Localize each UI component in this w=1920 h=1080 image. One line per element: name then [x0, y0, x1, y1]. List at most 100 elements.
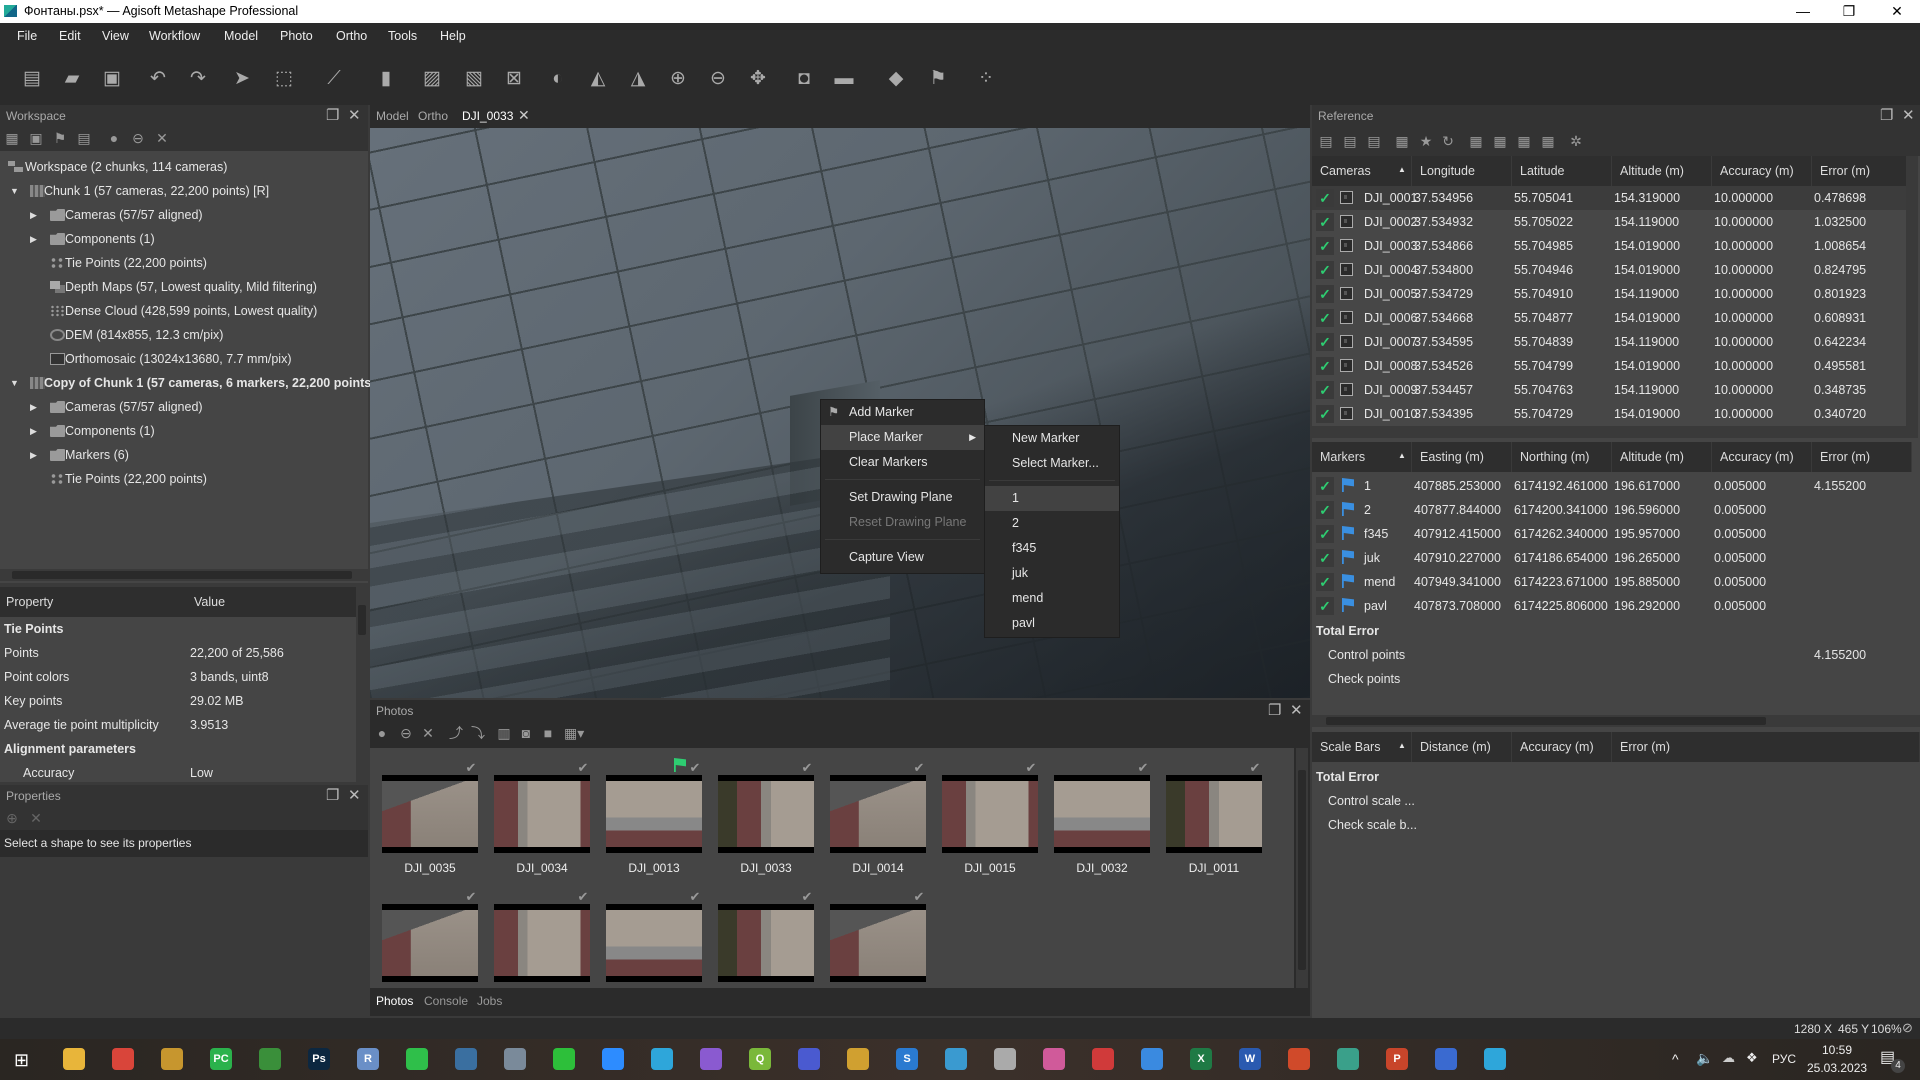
photo-thumbnail[interactable]: [830, 904, 926, 982]
marker-row[interactable]: ✓ 2 407877.844000 6174200.341000 196.596000 0…: [1312, 498, 1920, 522]
photo-thumbnail[interactable]: [494, 904, 590, 982]
save-icon[interactable]: ▣: [100, 67, 124, 91]
tree-item[interactable]: ▼ Copy of Chunk 1 (57 cameras, 6 markers,…: [0, 371, 396, 395]
enabled-checkbox[interactable]: ✓: [1316, 381, 1334, 399]
navigation-icon[interactable]: ➤: [230, 67, 254, 91]
undo-icon[interactable]: ↶: [146, 67, 170, 91]
chrome-icon[interactable]: [1043, 1048, 1065, 1070]
menu-photo[interactable]: Photo: [280, 29, 313, 43]
onedrive-icon[interactable]: [1141, 1048, 1163, 1070]
convert-icon[interactable]: ▦: [1394, 133, 1410, 149]
cameras-horizontal-scrollbar[interactable]: [1312, 426, 1906, 438]
enabled-checkbox[interactable]: ✓: [1316, 333, 1334, 351]
marker-icon[interactable]: ⚑: [926, 67, 950, 91]
marker-row[interactable]: ✓ pavl 407873.708000 6174225.806000 196.2920…: [1312, 594, 1920, 618]
menu-workflow[interactable]: Workflow: [149, 29, 200, 43]
close-panel-icon[interactable]: ✕: [348, 786, 361, 804]
photo-thumbnail[interactable]: [1054, 775, 1150, 853]
menu-ortho[interactable]: Ortho: [336, 29, 367, 43]
cameras-header-3[interactable]: Altitude (m): [1612, 156, 1712, 186]
photo-thumbnail[interactable]: [606, 904, 702, 982]
collapse-arrow-icon[interactable]: ▼: [10, 371, 20, 395]
close-button[interactable]: ✕: [1874, 0, 1920, 23]
camera-row[interactable]: ✓ DJI_0004 37.534800 55.704946 154.019000 10.…: [1312, 258, 1906, 282]
menu-item-mend[interactable]: mend: [985, 586, 1119, 611]
menu-item-juk[interactable]: juk: [985, 561, 1119, 586]
file-explorer-icon[interactable]: [63, 1048, 85, 1070]
zoom-out-icon[interactable]: ⊖: [706, 67, 730, 91]
acrobat-icon[interactable]: [1092, 1048, 1114, 1070]
filter-icon[interactable]: ▥: [496, 725, 512, 741]
markers-horizontal-scrollbar[interactable]: [1312, 715, 1920, 727]
enabled-checkbox[interactable]: ✓: [1316, 573, 1334, 591]
tree-item[interactable]: ▶ Components (1): [0, 419, 368, 443]
scale-bars-header-3[interactable]: Error (m): [1612, 732, 1920, 762]
move-icon[interactable]: ✥: [746, 67, 770, 91]
menu-file[interactable]: File: [17, 29, 37, 43]
cameras-header-1[interactable]: Longitude: [1412, 156, 1512, 186]
whatsapp-icon[interactable]: [406, 1048, 428, 1070]
close-panel-icon[interactable]: ✕: [348, 106, 361, 124]
add-marker-icon[interactable]: ⚑: [52, 130, 68, 146]
expand-arrow-icon[interactable]: ▶: [30, 419, 40, 443]
enabled-checkbox[interactable]: ✓: [1316, 405, 1334, 423]
tree-item[interactable]: ▶ Markers (6): [0, 443, 368, 467]
cameras-icon[interactable]: ⁘: [974, 67, 998, 91]
photo-thumbnail[interactable]: [382, 775, 478, 853]
scale-bars-header-0[interactable]: Scale Bars: [1312, 732, 1412, 762]
undock-icon[interactable]: ❐: [1268, 701, 1281, 719]
marker-row[interactable]: ✓ mend 407949.341000 6174223.671000 195.8850…: [1312, 570, 1920, 594]
search-app-icon[interactable]: [945, 1048, 967, 1070]
enabled-checkbox[interactable]: ✓: [1316, 525, 1334, 543]
camera-row[interactable]: ✓ DJI_0009 37.534457 55.704763 154.119000 10.…: [1312, 378, 1906, 402]
cameras-header-5[interactable]: Error (m): [1812, 156, 1912, 186]
menu-model[interactable]: Model: [224, 29, 258, 43]
tree-item[interactable]: Dense Cloud (428,599 points, Lowest qual…: [0, 299, 368, 323]
menu-item-add-marker[interactable]: Add Marker ⚑: [821, 400, 984, 425]
app-icon[interactable]: [553, 1048, 575, 1070]
menu-item-place-marker[interactable]: Place Marker ▶: [821, 425, 984, 450]
markers-header-4[interactable]: Accuracy (m): [1712, 442, 1812, 472]
app-icon[interactable]: [994, 1048, 1016, 1070]
enabled-checkbox[interactable]: ✓: [1316, 237, 1334, 255]
tree-item[interactable]: ▶ Components (1): [0, 227, 368, 251]
tab-model[interactable]: Model: [376, 109, 409, 123]
tab-photos[interactable]: Photos: [376, 994, 413, 1008]
enabled-checkbox[interactable]: ✓: [1316, 309, 1334, 327]
remove-icon[interactable]: ✕: [28, 810, 44, 826]
export-icon[interactable]: ▤: [1342, 133, 1358, 149]
photo-thumbnail[interactable]: [606, 775, 702, 853]
menu-item-capture-view[interactable]: Capture View: [821, 545, 984, 570]
undock-icon[interactable]: ❐: [1880, 106, 1893, 124]
markers-header-5[interactable]: Error (m): [1812, 442, 1912, 472]
property-row[interactable]: Alignment parameters: [0, 737, 356, 761]
view-variance-icon[interactable]: ▦: [1540, 133, 1556, 149]
view-source-icon[interactable]: ▦: [1468, 133, 1484, 149]
tree-item[interactable]: Workspace (2 chunks, 114 cameras): [0, 155, 368, 179]
menu-view[interactable]: View: [102, 29, 129, 43]
app-icon[interactable]: [1435, 1048, 1457, 1070]
add-chunk-icon[interactable]: ▦: [4, 130, 20, 146]
show-hidden-icons[interactable]: ^: [1672, 1051, 1679, 1067]
disable-icon[interactable]: ⊖: [398, 725, 414, 741]
value-header[interactable]: Value: [188, 587, 356, 617]
markers-header-1[interactable]: Easting (m): [1412, 442, 1512, 472]
photo-thumbnail[interactable]: [1166, 775, 1262, 853]
menu-edit[interactable]: Edit: [59, 29, 81, 43]
metashape-icon[interactable]: [1337, 1048, 1359, 1070]
app-icon[interactable]: S: [896, 1048, 918, 1070]
property-row[interactable]: Tie Points: [0, 617, 356, 641]
tree-item[interactable]: Orthomosaic (13024x13680, 7.7 mm/pix): [0, 347, 368, 371]
undock-icon[interactable]: ❐: [326, 106, 339, 124]
model-icon[interactable]: ▬: [832, 67, 856, 91]
property-row[interactable]: Points 22,200 of 25,586: [0, 641, 356, 665]
expand-arrow-icon[interactable]: ▶: [30, 443, 40, 467]
photo-thumbnail[interactable]: [718, 904, 814, 982]
expand-arrow-icon[interactable]: ▶: [30, 395, 40, 419]
minimize-button[interactable]: —: [1780, 0, 1826, 23]
clock-time[interactable]: 10:59: [1822, 1043, 1852, 1057]
photoshop-icon[interactable]: Ps: [308, 1048, 330, 1070]
app-icon[interactable]: [847, 1048, 869, 1070]
menu-item-select-marker-[interactable]: Select Marker...: [985, 451, 1119, 476]
rectangle-selection-icon[interactable]: ⬚: [272, 67, 296, 91]
